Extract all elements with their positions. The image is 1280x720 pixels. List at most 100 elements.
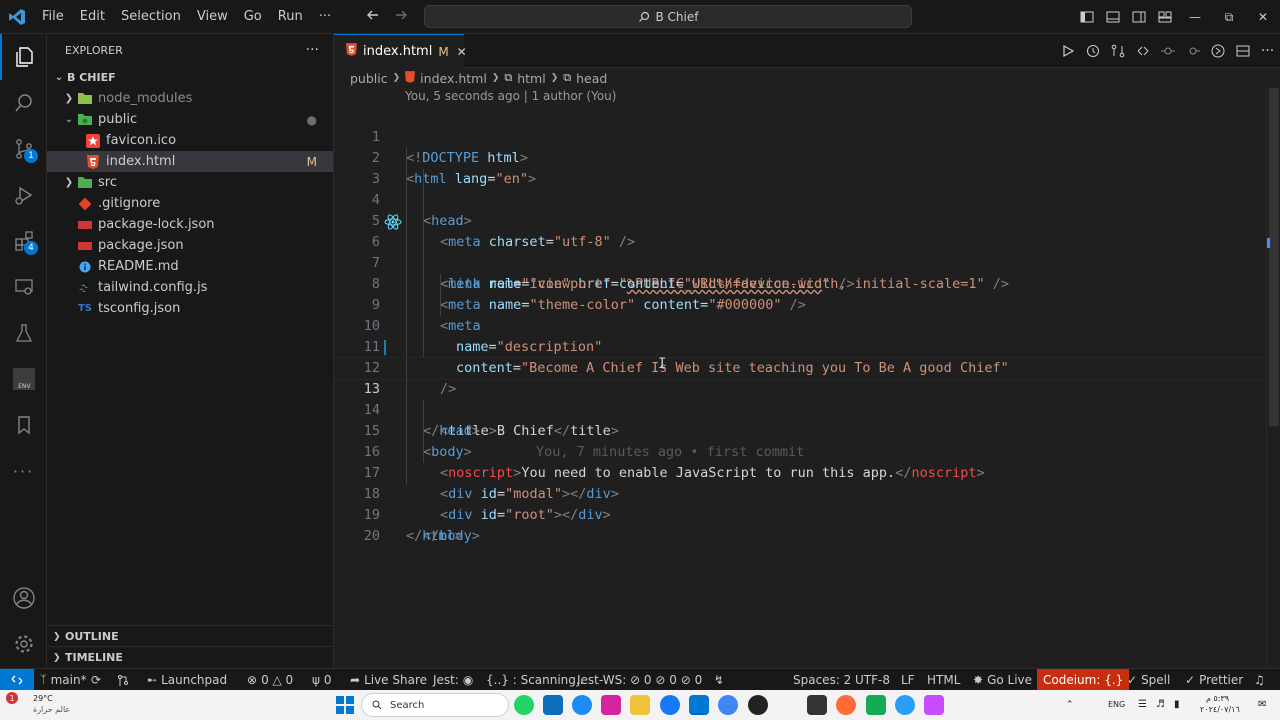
- gitlens-blame-header[interactable]: You, 5 seconds ago | 1 author (You): [405, 89, 616, 103]
- tree-item-package-lock[interactable]: package-lock.json: [47, 214, 333, 235]
- tree-item-index-html[interactable]: index.html M: [47, 151, 333, 172]
- clock-date[interactable]: ٢٠٢٤/٠٧/١٦: [1200, 705, 1240, 714]
- run-debug-icon[interactable]: [0, 172, 47, 218]
- accounts-icon[interactable]: [0, 575, 47, 621]
- breadcrumb-folder[interactable]: public: [350, 71, 388, 86]
- split-editor-icon[interactable]: [1230, 34, 1255, 68]
- tree-item-src[interactable]: ❯ src: [47, 172, 333, 193]
- tree-item-package-json[interactable]: package.json: [47, 235, 333, 256]
- menu-selection[interactable]: Selection: [113, 0, 189, 34]
- close-window-icon[interactable]: ✕: [1246, 0, 1280, 34]
- capcut-icon[interactable]: [807, 695, 827, 715]
- tree-item-node-modules[interactable]: ❯ node_modules: [47, 88, 333, 109]
- tab-index-html[interactable]: index.html M ✕: [334, 34, 467, 68]
- command-center-search[interactable]: B Chief: [424, 5, 912, 28]
- tree-item-readme[interactable]: README.md: [47, 256, 333, 277]
- explorer-icon[interactable]: [0, 34, 47, 80]
- testing-icon[interactable]: [0, 310, 47, 356]
- encoding-status[interactable]: UTF-8: [855, 669, 890, 690]
- open-changes-icon[interactable]: [1105, 34, 1130, 68]
- manage-gear-icon[interactable]: [0, 621, 47, 667]
- ports-status[interactable]: ψ 0: [312, 669, 332, 690]
- jest-status[interactable]: Jest: ◉: [433, 669, 473, 690]
- env-icon[interactable]: .ENV: [0, 356, 47, 402]
- input-language[interactable]: ENG: [1108, 700, 1125, 709]
- menu-more[interactable]: ···: [311, 0, 339, 34]
- editor-more-icon[interactable]: ···: [1255, 34, 1280, 68]
- timeline-section[interactable]: ❯ TIMELINE: [47, 646, 333, 668]
- clock-time[interactable]: ٥:٣٩ م: [1206, 694, 1229, 703]
- tree-item-tailwind-config[interactable]: tailwind.config.js: [47, 277, 333, 298]
- remote-indicator-icon[interactable]: [0, 669, 34, 690]
- breadcrumb-head[interactable]: head: [576, 71, 607, 86]
- sync-icon[interactable]: ⟳: [91, 669, 101, 690]
- minimize-icon[interactable]: —: [1178, 0, 1212, 34]
- tree-item-favicon[interactable]: favicon.ico: [47, 130, 333, 151]
- wifi-icon[interactable]: ☰: [1138, 699, 1147, 710]
- toggle-sidebar-icon[interactable]: [1074, 0, 1100, 34]
- problems-status[interactable]: ⊗ 0 △ 0: [247, 669, 293, 690]
- workspace-root[interactable]: ⌄ B CHIEF: [47, 67, 333, 88]
- vscode-taskbar-icon[interactable]: [689, 695, 709, 715]
- back-arrow-icon[interactable]: [366, 8, 380, 26]
- scrollbar-thumb[interactable]: [1269, 88, 1279, 426]
- chrome-icon[interactable]: [718, 695, 738, 715]
- branch-status[interactable]: ᛉ main*: [40, 669, 87, 690]
- scanning-status[interactable]: {..} : Scanning..: [486, 669, 584, 690]
- live-share-status[interactable]: ➦ Live Share: [350, 669, 427, 690]
- windows-start-icon[interactable]: [336, 696, 354, 718]
- more-views-icon[interactable]: ···: [0, 448, 47, 494]
- bookmark-icon[interactable]: [0, 402, 47, 448]
- tree-item-gitignore[interactable]: .gitignore: [47, 193, 333, 214]
- whatsapp-icon[interactable]: [514, 695, 534, 715]
- breadcrumb-file[interactable]: index.html: [420, 71, 487, 86]
- menu-file[interactable]: File: [34, 0, 72, 34]
- previous-change-icon[interactable]: [1155, 34, 1180, 68]
- menu-edit[interactable]: Edit: [72, 0, 113, 34]
- volume-icon[interactable]: ♬: [1156, 699, 1165, 710]
- eol-status[interactable]: LF: [901, 669, 915, 690]
- toggle-panel-icon[interactable]: [1100, 0, 1126, 34]
- mongodb-icon[interactable]: [866, 695, 886, 715]
- extensions-icon[interactable]: 4: [0, 218, 47, 264]
- weather-alert-icon[interactable]: 1: [6, 692, 18, 704]
- menu-view[interactable]: View: [189, 0, 236, 34]
- restore-icon[interactable]: ⧉: [1212, 0, 1246, 34]
- battery-icon[interactable]: ▮: [1174, 699, 1180, 710]
- source-control-icon[interactable]: 1: [0, 126, 47, 172]
- menu-go[interactable]: Go: [236, 0, 270, 34]
- file-explorer-icon[interactable]: [630, 695, 650, 715]
- facebook-icon[interactable]: [660, 695, 680, 715]
- search-view-icon[interactable]: [0, 80, 47, 126]
- forward-arrow-icon[interactable]: [394, 8, 408, 26]
- language-mode-status[interactable]: HTML: [927, 669, 960, 690]
- breadcrumb-html[interactable]: html: [517, 71, 545, 86]
- indentation-status[interactable]: Spaces: 2: [793, 669, 851, 690]
- editor-scrollbar[interactable]: [1266, 88, 1280, 668]
- notifications-bell-icon[interactable]: ♫: [1254, 669, 1265, 690]
- code-editor[interactable]: 1 <!DOCTYPE html> 2 <html lang="en"> 3 <…: [333, 106, 1267, 666]
- tab-close-icon[interactable]: ✕: [457, 45, 467, 59]
- toggle-secondary-sidebar-icon[interactable]: [1126, 0, 1152, 34]
- file-history-icon[interactable]: [1080, 34, 1105, 68]
- store-icon[interactable]: [543, 695, 563, 715]
- git-compare-icon[interactable]: [1130, 34, 1155, 68]
- plug-icon[interactable]: ↯: [714, 669, 724, 690]
- gitlens-inspect-icon[interactable]: [1205, 34, 1230, 68]
- messenger-icon[interactable]: [572, 695, 592, 715]
- explorer-more-button[interactable]: ···: [306, 42, 319, 58]
- outline-section[interactable]: ❯ OUTLINE: [47, 625, 333, 647]
- prettier-status[interactable]: ✓ Prettier: [1185, 669, 1243, 690]
- run-file-icon[interactable]: [1055, 34, 1080, 68]
- tree-item-tsconfig[interactable]: TS tsconfig.json: [47, 298, 333, 319]
- remote-explorer-icon[interactable]: [0, 264, 47, 310]
- tree-item-public[interactable]: ⌄ public ●: [47, 109, 333, 130]
- app-icon[interactable]: [924, 695, 944, 715]
- postman-icon[interactable]: [836, 695, 856, 715]
- next-change-icon[interactable]: [1180, 34, 1205, 68]
- github-icon[interactable]: [748, 695, 768, 715]
- customize-layout-icon[interactable]: [1152, 0, 1178, 34]
- graph-icon[interactable]: [117, 669, 129, 690]
- tray-chevron-icon[interactable]: ⌃: [1066, 700, 1074, 710]
- notification-center-icon[interactable]: ✉: [1258, 699, 1266, 710]
